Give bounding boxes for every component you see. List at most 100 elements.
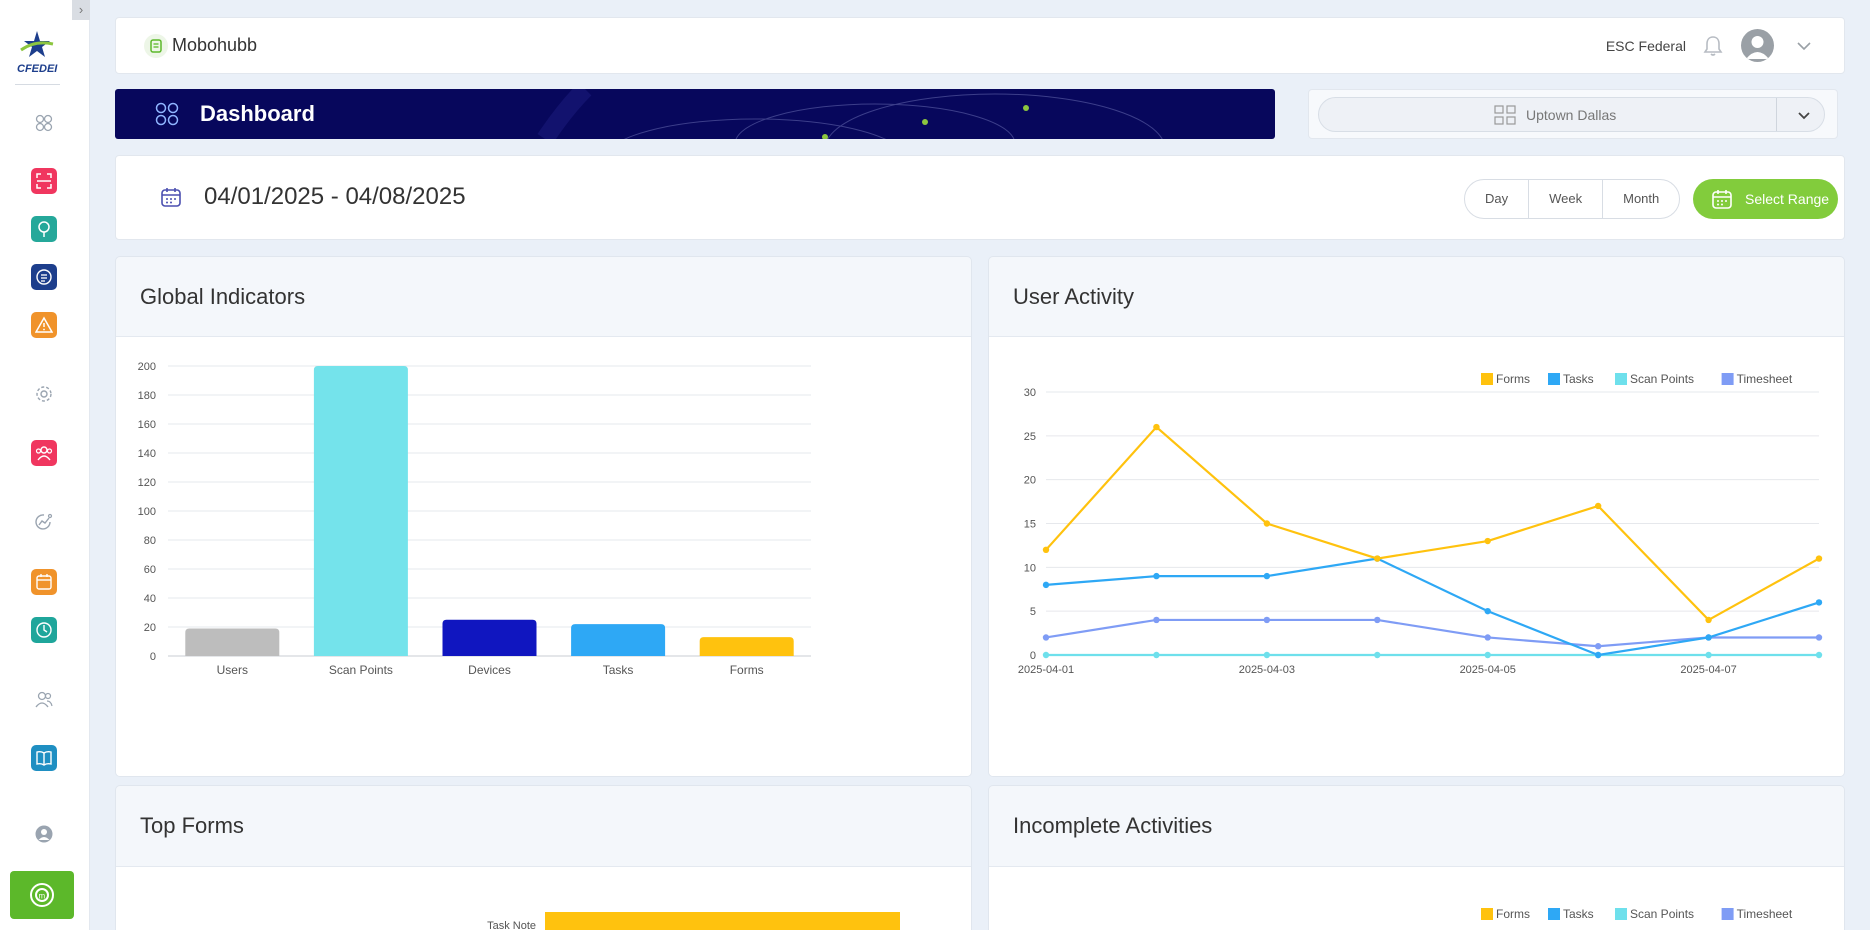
data-point[interactable] xyxy=(1263,651,1271,659)
data-point[interactable] xyxy=(1815,634,1823,641)
period-day-button[interactable]: Day xyxy=(1465,180,1530,218)
bar-users[interactable] xyxy=(185,628,280,656)
data-point[interactable] xyxy=(1153,616,1160,624)
legend-swatch xyxy=(1721,908,1734,920)
data-point[interactable] xyxy=(1484,607,1491,615)
bell-icon[interactable] xyxy=(1702,34,1724,58)
legend-swatch xyxy=(1548,908,1560,920)
data-point[interactable] xyxy=(1594,651,1602,659)
data-point[interactable] xyxy=(1815,651,1823,659)
organization-name[interactable]: ESC Federal xyxy=(1606,38,1686,54)
clock-icon xyxy=(36,622,52,638)
legend-label: Forms xyxy=(1496,907,1530,921)
bar-tasks[interactable] xyxy=(571,624,666,656)
sidebar-item-clock[interactable] xyxy=(31,617,57,643)
top-bar: Mobohubb ESC Federal xyxy=(115,17,1845,74)
user-activity-card: User Activity Forms Tasks Scan Points Times… xyxy=(988,256,1845,777)
svg-text:CFEDEI: CFEDEI xyxy=(17,63,58,75)
app-name: Mobohubb xyxy=(172,35,258,55)
bar-scan-points[interactable] xyxy=(313,366,408,656)
calendar-icon xyxy=(1712,190,1732,209)
x-tick-label: Users xyxy=(217,663,248,677)
sidebar-item-dashboard-grid[interactable] xyxy=(31,110,57,136)
legend-label: Tasks xyxy=(1563,907,1594,921)
sidebar-collapse-button[interactable]: › xyxy=(72,0,90,20)
bar-forms[interactable] xyxy=(699,637,794,656)
data-point[interactable] xyxy=(1153,572,1160,580)
data-point[interactable] xyxy=(1484,634,1491,641)
page-banner: Dashboard xyxy=(115,89,1275,139)
y-tick-label: 40 xyxy=(144,593,156,605)
sidebar-item-calendar[interactable] xyxy=(31,569,57,595)
sidebar-item-forms[interactable] xyxy=(31,264,57,290)
data-point[interactable] xyxy=(1153,423,1160,431)
period-week-button[interactable]: Week xyxy=(1529,180,1604,218)
data-point[interactable] xyxy=(1705,634,1712,641)
location-panel: Uptown Dallas xyxy=(1308,89,1838,139)
data-point[interactable] xyxy=(1042,546,1050,553)
data-point[interactable] xyxy=(1263,616,1271,624)
sidebar-item-analytics[interactable] xyxy=(31,509,57,535)
sidebar-item-team[interactable] xyxy=(31,440,57,466)
data-point[interactable] xyxy=(1042,634,1050,641)
legend-swatch xyxy=(1615,373,1627,385)
avatar[interactable] xyxy=(1741,29,1774,62)
svg-text:m: m xyxy=(39,892,46,901)
select-range-button[interactable]: Select Range xyxy=(1693,179,1838,219)
data-point[interactable] xyxy=(1042,581,1050,589)
y-tick-label: 120 xyxy=(138,477,156,489)
data-point[interactable] xyxy=(1815,555,1823,562)
top-forms-card: Top Forms Task Note xyxy=(115,785,972,930)
mobohubb-launcher-button[interactable]: m xyxy=(10,871,74,919)
data-point[interactable] xyxy=(1484,537,1491,545)
data-point[interactable] xyxy=(1263,572,1271,580)
sidebar-item-book[interactable] xyxy=(31,745,57,771)
y-tick-label: 80 xyxy=(144,535,156,547)
data-point[interactable] xyxy=(1484,651,1491,659)
data-point[interactable] xyxy=(1042,651,1050,659)
calendar-icon xyxy=(36,574,52,590)
period-month-button[interactable]: Month xyxy=(1603,180,1679,218)
legend-swatch xyxy=(1548,373,1560,385)
data-point[interactable] xyxy=(1594,502,1602,510)
y-tick-label: 25 xyxy=(1024,431,1036,443)
x-tick-label: 2025-04-03 xyxy=(1239,664,1295,676)
data-point[interactable] xyxy=(1374,616,1381,624)
y-tick-label: 5 xyxy=(1030,606,1036,618)
bar-task-note[interactable] xyxy=(545,912,900,930)
sidebar-item-profile[interactable] xyxy=(31,821,57,847)
card-title: User Activity xyxy=(1013,284,1135,309)
legend-label: Scan Points xyxy=(1630,372,1694,386)
sidebar-item-scan[interactable] xyxy=(31,168,57,194)
user-activity-chart: Forms Tasks Scan Points Timesheet0510152025… xyxy=(1018,372,1823,676)
location-select[interactable]: Uptown Dallas xyxy=(1318,97,1825,132)
bar-devices[interactable] xyxy=(442,619,537,656)
data-point[interactable] xyxy=(1705,616,1712,624)
sidebar-item-gear[interactable] xyxy=(31,381,57,407)
company-logo[interactable]: CFEDEI xyxy=(15,28,60,78)
gear-icon xyxy=(36,386,52,402)
top-forms-chart: Task Note xyxy=(487,912,900,930)
date-range-bar: 04/01/2025 - 04/08/2025 Day Week Month S… xyxy=(115,155,1845,240)
legend-label: Timesheet xyxy=(1737,907,1793,921)
data-point[interactable] xyxy=(1594,643,1602,650)
data-point[interactable] xyxy=(1374,651,1381,659)
x-tick-label: 2025-04-07 xyxy=(1680,664,1736,676)
chevron-down-icon[interactable] xyxy=(1794,36,1814,56)
chevron-down-icon[interactable] xyxy=(1796,107,1812,123)
legend-swatch xyxy=(1481,373,1493,385)
sidebar-item-location-pin[interactable] xyxy=(31,216,57,242)
forms-icon xyxy=(36,269,52,285)
data-point[interactable] xyxy=(1705,651,1712,659)
sidebar-item-alert[interactable] xyxy=(31,312,57,338)
data-point[interactable] xyxy=(1815,599,1823,606)
legend-swatch xyxy=(1721,373,1734,385)
global-indicators-chart-area: 0 20 40 60 80 100 120 140 160 180 200 Users Scan Poi… xyxy=(116,336,971,776)
sidebar-item-users[interactable] xyxy=(31,686,57,712)
y-tick-label: 180 xyxy=(138,390,156,402)
sidebar: › CFEDEI m xyxy=(0,0,90,930)
data-point[interactable] xyxy=(1374,555,1381,562)
data-point[interactable] xyxy=(1263,520,1271,527)
date-range-value[interactable]: 04/01/2025 - 04/08/2025 xyxy=(204,183,466,211)
data-point[interactable] xyxy=(1153,651,1160,659)
